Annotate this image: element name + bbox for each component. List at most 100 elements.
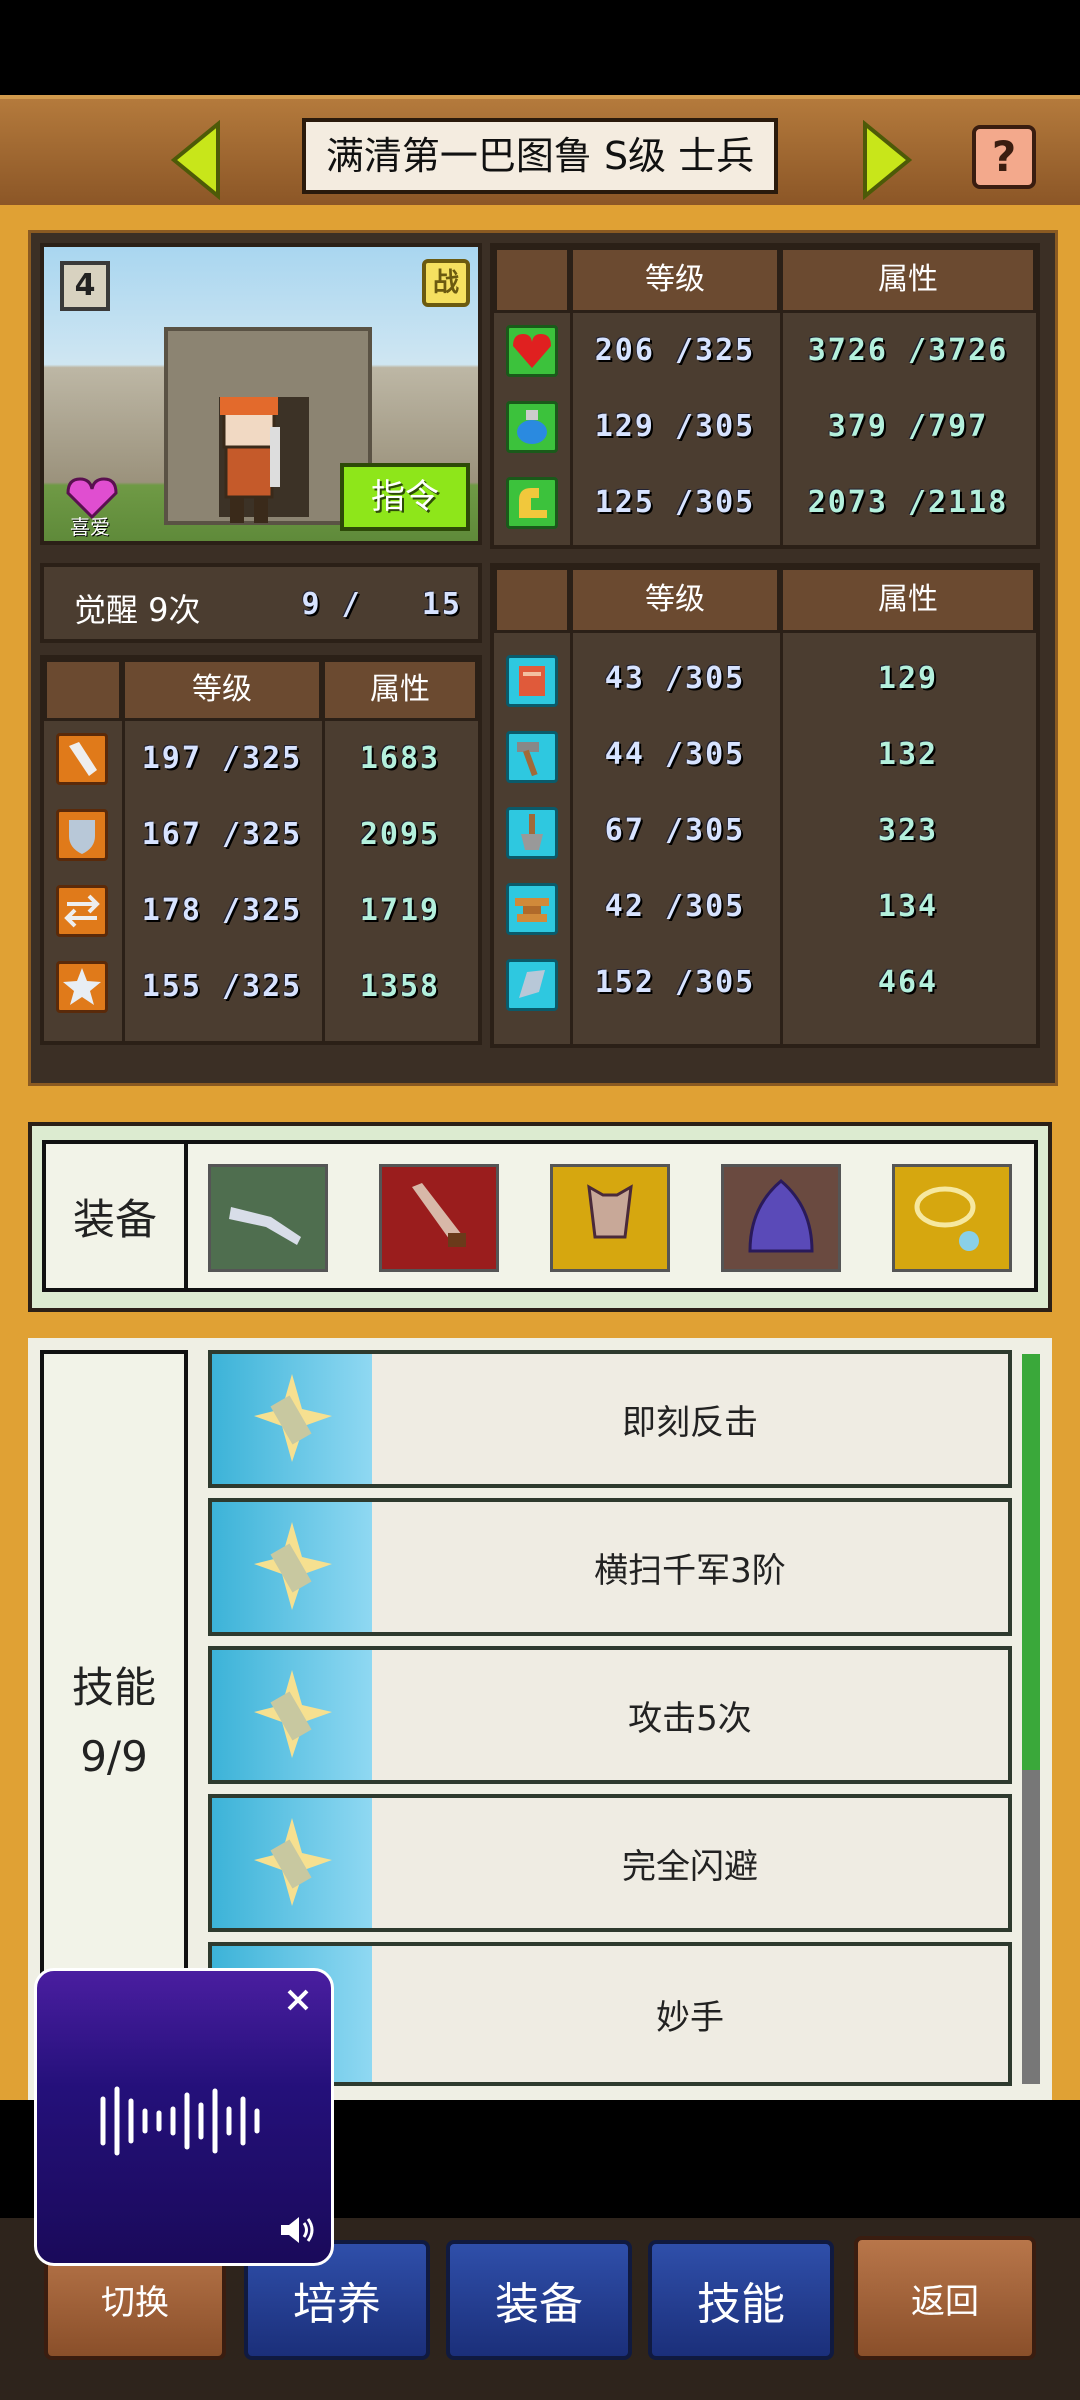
combat-stats-table: 等级 属性 197 /325 1683 167 /325 2095 178 /3… <box>40 655 482 1045</box>
equip-slot-armor[interactable] <box>550 1164 670 1272</box>
shield-icon <box>56 809 108 861</box>
speed-icon <box>56 885 108 937</box>
anvil-icon <box>506 883 558 935</box>
waveform-icon <box>97 2081 277 2165</box>
hp-level: 206 /325 <box>594 333 756 368</box>
stat-row-stamina: 125 /305 2073 /2118 <box>494 465 1036 541</box>
stat-row-smithing: 42 /305 134 <box>494 883 1036 959</box>
skill-button[interactable]: 技能 <box>648 2240 834 2360</box>
affection-label: 喜爱 <box>70 515 110 539</box>
equip-slot-cloak[interactable] <box>721 1164 841 1272</box>
skill-blank-header <box>494 567 570 633</box>
strength-icon <box>506 477 558 529</box>
command-button[interactable]: 指令 <box>340 463 470 531</box>
stat-row-luck: 155 /325 1358 <box>44 949 478 1025</box>
stat-row-hp: 206 /325 3726 /3726 <box>494 313 1036 389</box>
equip-button[interactable]: 装备 <box>446 2240 632 2360</box>
equipment-inner <box>42 1140 1038 1292</box>
character-portrait: 4 战 喜爱 指令 <box>40 243 482 545</box>
gathering-level: 67 /305 <box>604 813 746 848</box>
skill-name: 完全闪避 <box>622 1846 758 1887</box>
stat-row-crafting: 44 /305 132 <box>494 731 1036 807</box>
awaken-count: 9 / 15 <box>301 587 462 622</box>
equip-slot-accessory[interactable] <box>892 1164 1012 1272</box>
top-stats-level-header: 等级 <box>570 247 780 313</box>
hammer-icon <box>506 731 558 783</box>
combat-level-header: 等级 <box>122 659 322 721</box>
awaken-panel: 觉醒 9次 9 / 15 <box>40 563 482 643</box>
top-stats-blank-header <box>494 247 570 313</box>
defense-value: 2095 <box>359 817 441 852</box>
battle-badge: 战 <box>422 259 470 307</box>
skill-item[interactable]: 完全闪避 <box>208 1794 1012 1932</box>
skill-attr-header: 属性 <box>780 567 1036 633</box>
audio-overlay[interactable] <box>34 1968 334 2266</box>
skills-label: 技能 <box>71 1663 156 1712</box>
star-icon <box>56 961 108 1013</box>
attack-value: 1683 <box>359 741 441 776</box>
equip-slot-offhand[interactable] <box>379 1164 499 1272</box>
shovel-icon <box>506 807 558 859</box>
skill-name: 妙手 <box>656 1997 724 2038</box>
intelligence-value: 129 <box>877 661 939 696</box>
gathering-value: 323 <box>877 813 939 848</box>
combat-attr-header: 属性 <box>322 659 478 721</box>
chevron-right-icon <box>863 119 913 201</box>
sword-icon <box>56 733 108 785</box>
skill-name: 横扫千军3阶 <box>594 1550 786 1591</box>
crafting-level: 44 /305 <box>604 737 746 772</box>
skill-stats-table: 等级 属性 43 /305 129 44 /305 132 67 /305 32… <box>490 563 1040 1048</box>
soldier-sprite <box>204 397 294 527</box>
help-button[interactable]: ? <box>972 125 1036 189</box>
stat-row-defense: 167 /325 2095 <box>44 797 478 873</box>
skill-level-header: 等级 <box>570 567 780 633</box>
stamina-value: 2073 /2118 <box>807 485 1009 520</box>
ore-icon <box>506 959 558 1011</box>
skill-icon <box>212 1650 372 1780</box>
awaken-label: 觉醒 9次 <box>74 591 201 629</box>
close-icon[interactable] <box>283 1985 313 2015</box>
skill-name: 攻击5次 <box>628 1698 752 1739</box>
stat-row-gathering: 67 /305 323 <box>494 807 1036 883</box>
skills-count: 9/9 <box>80 1732 148 1781</box>
potion-icon <box>506 401 558 453</box>
skill-item[interactable]: 横扫千军3阶 <box>208 1498 1012 1636</box>
armor-icon <box>587 1184 633 1239</box>
skill-item[interactable]: 攻击5次 <box>208 1646 1012 1784</box>
stamina-level: 125 /305 <box>594 485 756 520</box>
mining-value: 464 <box>877 965 939 1000</box>
hp-value: 3726 /3726 <box>807 333 1009 368</box>
level-badge: 4 <box>60 261 110 311</box>
mp-value: 379 /797 <box>827 409 989 444</box>
stat-row-mining: 152 /305 464 <box>494 959 1036 1035</box>
speed-level: 178 /325 <box>141 893 303 928</box>
stat-row-intelligence: 43 /305 129 <box>494 655 1036 731</box>
luck-level: 155 /325 <box>141 969 303 1004</box>
next-arrow-button[interactable] <box>855 119 915 201</box>
back-button[interactable]: 返回 <box>854 2236 1036 2360</box>
mining-level: 152 /305 <box>594 965 756 1000</box>
crafting-value: 132 <box>877 737 939 772</box>
equip-slot-weapon[interactable] <box>208 1164 328 1272</box>
book-icon <box>506 655 558 707</box>
speaker-icon[interactable] <box>277 2213 317 2251</box>
intelligence-level: 43 /305 <box>604 661 746 696</box>
mp-level: 129 /305 <box>594 409 756 444</box>
skill-icon <box>212 1798 372 1928</box>
skills-scrollbar-thumb[interactable] <box>1022 1354 1040 1770</box>
top-stats-attr-header: 属性 <box>780 247 1036 313</box>
skill-name: 即刻反击 <box>622 1402 758 1443</box>
smithing-value: 134 <box>877 889 939 924</box>
combat-blank-header <box>44 659 122 721</box>
prev-arrow-button[interactable] <box>168 119 228 201</box>
cloak-icon <box>748 1179 814 1253</box>
defense-level: 167 /325 <box>141 817 303 852</box>
luck-value: 1358 <box>359 969 441 1004</box>
speed-value: 1719 <box>359 893 441 928</box>
stat-row-mp: 129 /305 379 /797 <box>494 389 1036 465</box>
skill-item[interactable]: 即刻反击 <box>208 1350 1012 1488</box>
top-stats-table: 等级 属性 206 /325 3726 /3726 129 /305 379 /… <box>490 243 1040 549</box>
page-title: 满清第一巴图鲁 S级 士兵 <box>302 118 778 194</box>
smithing-level: 42 /305 <box>604 889 746 924</box>
stat-row-attack: 197 /325 1683 <box>44 721 478 797</box>
